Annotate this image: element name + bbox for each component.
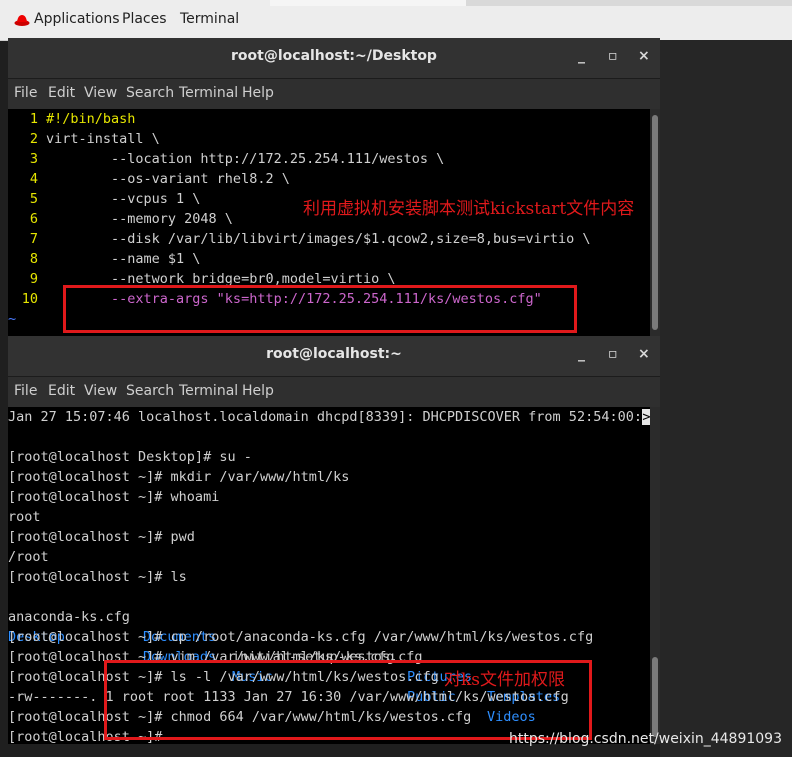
minimize-button[interactable]: _	[578, 48, 585, 64]
annotation-note-test: 利用虚拟机安装脚本测试kickstart文件内容	[303, 199, 635, 219]
empty-line-marker: ~	[8, 311, 17, 327]
terminal-line: root	[8, 509, 41, 525]
code-line: 4 --os-variant rhel8.2 \	[29, 171, 290, 187]
menu-file[interactable]: File	[14, 85, 37, 101]
menu-search[interactable]: Search	[126, 383, 174, 399]
code-line: 8 --name $1 \	[29, 251, 201, 267]
scrollbar[interactable]	[650, 407, 660, 744]
menu-edit[interactable]: Edit	[48, 383, 75, 399]
menu-help[interactable]: Help	[242, 383, 274, 399]
menu-edit[interactable]: Edit	[48, 85, 75, 101]
terminal-line: [root@localhost ~]# cp /root/anaconda-ks…	[8, 629, 594, 645]
code-line: 2 virt-install \	[29, 131, 160, 147]
places-menu[interactable]: Places	[122, 11, 167, 27]
close-button[interactable]: ×	[638, 48, 650, 64]
terminal-line: [root@localhost ~]# ls	[8, 569, 187, 585]
desktop-background	[660, 40, 792, 757]
menu-terminal[interactable]: Terminal	[179, 383, 238, 399]
annotation-box-extra-args	[63, 285, 577, 333]
terminal-line: [root@localhost ~]# whoami	[8, 489, 220, 505]
code-line: 5 --vcpus 1 \	[29, 191, 201, 207]
tab-strip	[270, 0, 792, 6]
terminal-line: [root@localhost Desktop]# su -	[8, 449, 252, 465]
active-tab[interactable]	[270, 0, 466, 6]
terminal-line: [root@localhost ~]# mkdir /var/www/html/…	[8, 469, 350, 485]
applications-menu[interactable]: Applications	[34, 11, 120, 27]
watermark: https://blog.csdn.net/weixin_44891093	[508, 731, 782, 747]
menu-terminal[interactable]: Terminal	[179, 85, 238, 101]
window-title: root@localhost:~/Desktop	[231, 48, 437, 64]
maximize-button[interactable]: ▫	[608, 48, 618, 64]
menu-bar: File Edit View Search Terminal Help	[8, 79, 660, 109]
scrollbar[interactable]	[650, 109, 660, 338]
code-line: 1 #!/bin/bash	[29, 111, 136, 127]
menu-view[interactable]: View	[84, 85, 117, 101]
redhat-logo-icon[interactable]	[14, 12, 30, 28]
ls-output-row: Desktop Downloads Music Public Videos	[8, 629, 536, 725]
code-line: 3 --location http://172.25.254.111/westo…	[29, 151, 445, 167]
terminal-line: [root@localhost ~]# pwd	[8, 529, 195, 545]
log-line: Jan 27 15:07:46 localhost.localdomain dh…	[8, 409, 650, 425]
overflow-marker: >	[641, 409, 650, 425]
scrollbar-thumb[interactable]	[652, 115, 658, 330]
menu-view[interactable]: View	[84, 383, 117, 399]
menu-bar: File Edit View Search Terminal Help	[8, 377, 660, 407]
window-title: root@localhost:~	[266, 346, 402, 362]
minimize-button[interactable]: _	[578, 346, 585, 362]
scrollbar-thumb[interactable]	[652, 657, 658, 737]
window-titlebar[interactable]: root@localhost:~ _ ▫ ×	[8, 336, 660, 377]
close-button[interactable]: ×	[638, 346, 650, 362]
menu-help[interactable]: Help	[242, 85, 274, 101]
annotation-note-permission: 对ks文件加权限	[444, 670, 566, 690]
maximize-button[interactable]: ▫	[608, 346, 618, 362]
ls-output-row: anaconda-ks.cfg Documents initial-setup-…	[8, 609, 561, 705]
menu-search[interactable]: Search	[126, 85, 174, 101]
window-titlebar[interactable]: root@localhost:~/Desktop _ ▫ ×	[8, 38, 660, 79]
code-line: 6 --memory 2048 \	[29, 211, 233, 227]
top-panel: Applications Places Terminal	[0, 0, 792, 41]
menu-file[interactable]: File	[14, 383, 37, 399]
terminal-line: /root	[8, 549, 49, 565]
terminal-app-menu[interactable]: Terminal	[180, 11, 239, 27]
code-line: 7 --disk /var/lib/libvirt/images/$1.qcow…	[29, 231, 591, 247]
